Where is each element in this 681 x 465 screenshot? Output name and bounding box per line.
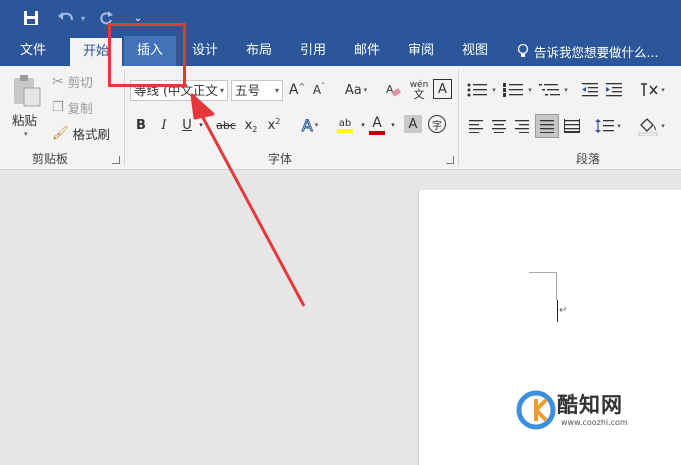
chinese-layout-icon: [641, 83, 658, 96]
strikethrough-button[interactable]: abc: [214, 114, 238, 136]
tab-file[interactable]: 文件: [8, 36, 58, 66]
bullets-icon: [467, 83, 488, 97]
font-color-button[interactable]: A: [366, 112, 388, 138]
underline-button[interactable]: U: [178, 114, 196, 136]
bold-button[interactable]: B: [132, 114, 150, 136]
cut-button[interactable]: ✂ 剪切: [52, 72, 93, 91]
tab-design[interactable]: 设计: [180, 36, 230, 66]
highlight-color-button[interactable]: ab: [330, 112, 360, 138]
eraser-icon: A: [386, 83, 401, 97]
ribbon-tab-bar: 文件 开始 插入 设计 布局 引用 邮件 审阅 视图 告诉我您想要做什么...: [0, 36, 681, 66]
tab-view[interactable]: 视图: [450, 36, 500, 66]
justify-icon[interactable]: [535, 114, 559, 138]
chinese-layout-button[interactable]: ▾: [636, 80, 668, 100]
paint-bucket-icon: [638, 118, 658, 136]
paragraph-shading-button[interactable]: ▾: [634, 114, 668, 138]
quick-access-toolbar: ▾ ⌄: [0, 0, 681, 36]
tab-review[interactable]: 审阅: [396, 36, 446, 66]
bullets-button[interactable]: ▾: [464, 80, 498, 100]
multilevel-list-button[interactable]: ▾: [536, 80, 570, 100]
tab-layout[interactable]: 布局: [234, 36, 284, 66]
superscript-button[interactable]: x2: [264, 114, 284, 136]
group-separator: [458, 70, 459, 166]
decrease-indent-icon[interactable]: [580, 80, 600, 100]
coozhi-logo-icon: [516, 390, 556, 430]
phonetic-guide-button[interactable]: wén 文: [408, 78, 430, 102]
align-center-icon[interactable]: [489, 116, 509, 136]
paste-label: 粘贴: [12, 113, 38, 128]
lightbulb-icon: [517, 43, 529, 57]
font-color-icon: A: [372, 115, 382, 131]
shrink-font-icon: A: [312, 83, 322, 97]
highlighter-icon: ab: [338, 117, 352, 129]
undo-icon[interactable]: [55, 6, 77, 30]
underline-dropdown-icon[interactable]: ▾: [196, 114, 206, 136]
shrink-font-button[interactable]: Aˇ: [310, 80, 328, 100]
undo-dropdown-icon[interactable]: ▾: [78, 6, 88, 30]
paste-icon[interactable]: [10, 72, 44, 110]
watermark-logo: 酷知网 www.coozhi.com: [505, 385, 660, 435]
format-painter-button[interactable]: 🖌 格式刷: [52, 124, 110, 143]
character-shading-button[interactable]: A: [404, 115, 422, 133]
line-spacing-icon: [595, 119, 615, 133]
grow-font-button[interactable]: A ^: [288, 80, 306, 100]
copy-label: 复制: [67, 101, 93, 116]
tab-mailings[interactable]: 邮件: [342, 36, 392, 66]
line-spacing-button[interactable]: ▾: [592, 116, 624, 136]
clear-formatting-button[interactable]: A: [384, 80, 402, 100]
grow-font-icon: A: [288, 82, 299, 98]
save-icon[interactable]: [20, 6, 42, 30]
numbering-icon: [503, 83, 524, 97]
character-border-button[interactable]: A: [433, 79, 452, 99]
ribbon-home: 粘贴 ▾ ✂ 剪切 ❐ 复制 🖌 格式刷 剪贴板 等线 (中文正文 ▾ 五号 ▾…: [0, 66, 681, 170]
paragraph-mark-icon: ↵: [559, 305, 568, 316]
font-color-dropdown-icon[interactable]: ▾: [388, 114, 398, 136]
enclose-characters-button[interactable]: 字: [428, 115, 446, 133]
format-painter-label: 格式刷: [72, 127, 111, 142]
align-left-icon[interactable]: [466, 116, 486, 136]
watermark-brand: 酷知网: [557, 393, 623, 417]
character-border-icon: A: [438, 81, 447, 97]
highlight-annotation-box: [108, 23, 186, 87]
font-launcher-icon[interactable]: [446, 156, 454, 164]
font-size-dropdown-icon: ▾: [274, 86, 279, 95]
change-case-icon: Aa: [344, 82, 362, 98]
copy-icon: ❐: [52, 100, 64, 115]
scissors-icon: ✂: [52, 73, 64, 90]
font-size-value: 五号: [235, 83, 261, 98]
paste-dropdown-icon[interactable]: ▾: [24, 130, 28, 138]
margin-crop-mark-h: [529, 272, 557, 273]
text-effects-button[interactable]: A ▾: [296, 114, 324, 136]
multilevel-list-icon: [539, 84, 561, 96]
align-right-icon[interactable]: [512, 116, 532, 136]
font-group-label: 字体: [268, 152, 293, 166]
change-case-button[interactable]: Aa ▾: [340, 80, 372, 100]
tab-references[interactable]: 引用: [288, 36, 338, 66]
font-size-combo[interactable]: 五号 ▾: [231, 80, 283, 101]
font-name-dropdown-icon: ▾: [219, 86, 224, 95]
clipboard-group-label: 剪贴板: [32, 152, 69, 166]
watermark-url: www.coozhi.com: [561, 418, 628, 427]
tell-me-box[interactable]: 告诉我您想要做什么...: [516, 36, 658, 66]
text-cursor: [557, 300, 558, 322]
clipboard-launcher-icon[interactable]: [112, 156, 120, 164]
italic-button[interactable]: I: [155, 114, 173, 136]
copy-button[interactable]: ❐ 复制: [52, 98, 93, 117]
cut-label: 剪切: [67, 75, 93, 90]
paragraph-group-label: 段落: [576, 152, 601, 166]
paste-button[interactable]: 粘贴: [12, 110, 37, 129]
tell-me-text: 告诉我您想要做什么...: [534, 44, 659, 60]
distributed-icon[interactable]: [562, 116, 582, 136]
increase-indent-icon[interactable]: [604, 80, 624, 100]
numbering-button[interactable]: ▾: [500, 80, 534, 100]
format-painter-icon: 🖌: [52, 126, 69, 141]
subscript-button[interactable]: x2: [241, 114, 261, 136]
margin-crop-mark-v: [556, 272, 557, 300]
